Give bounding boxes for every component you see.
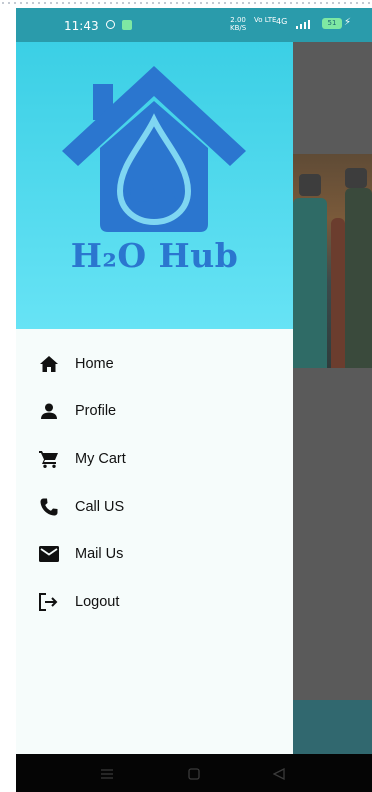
menu-item-mail-us[interactable]: Mail Us <box>16 530 293 578</box>
top-dotted-border <box>0 0 372 6</box>
status-time: 11:43 <box>64 19 99 33</box>
app-notification-icon <box>122 20 132 30</box>
drawer-header: H₂O Hub <box>16 42 293 329</box>
notification-icon <box>106 20 115 29</box>
status-bar: 11:43 2.00 KB/S Vo LTE 4G 51 ⚡ <box>16 8 372 42</box>
person-icon <box>38 400 60 422</box>
home-nav-icon[interactable] <box>188 765 200 784</box>
menu-item-home[interactable]: Home <box>16 340 293 388</box>
menu-item-logout[interactable]: Logout <box>16 578 293 626</box>
system-navigation-bar <box>16 754 372 792</box>
cart-icon <box>38 448 60 470</box>
menu-item-label: Mail Us <box>75 546 124 563</box>
charging-icon: ⚡ <box>344 17 352 28</box>
network-speed: 2.00 KB/S <box>230 16 246 32</box>
menu-item-call-us[interactable]: Call US <box>16 483 293 531</box>
product-image <box>293 154 372 368</box>
menu-item-label: My Cart <box>75 450 126 467</box>
menu-item-label: Home <box>75 355 114 372</box>
home-icon <box>38 353 60 375</box>
phone-screen: 11:43 2.00 KB/S Vo LTE 4G 51 ⚡ H₂O Hub H… <box>16 8 372 792</box>
background-bottom-bar <box>293 700 372 754</box>
menu-item-label: Call US <box>75 498 125 515</box>
recent-apps-icon[interactable] <box>101 765 113 784</box>
volte-indicator: Vo LTE <box>254 16 277 24</box>
logout-icon <box>38 591 60 613</box>
network-speed-unit: KB/S <box>230 24 247 32</box>
network-speed-value: 2.00 <box>230 16 246 24</box>
network-type: 4G <box>276 17 288 26</box>
house-water-drop-logo <box>62 66 246 232</box>
background-app-content <box>293 42 372 754</box>
navigation-drawer: H₂O Hub Home Profile My Cart Call US Mai… <box>16 42 293 754</box>
mail-icon <box>38 543 60 565</box>
back-nav-icon[interactable] <box>272 765 285 784</box>
battery-icon: 51 <box>322 18 342 29</box>
signal-icon <box>296 20 310 29</box>
menu-item-my-cart[interactable]: My Cart <box>16 435 293 483</box>
menu-item-label: Profile <box>75 403 117 420</box>
menu-item-profile[interactable]: Profile <box>16 388 293 436</box>
app-brand-title: H₂O Hub <box>70 236 239 275</box>
menu-item-label: Logout <box>75 593 120 610</box>
phone-icon <box>38 496 60 518</box>
drawer-menu: Home Profile My Cart Call US Mail Us Log… <box>16 340 293 626</box>
